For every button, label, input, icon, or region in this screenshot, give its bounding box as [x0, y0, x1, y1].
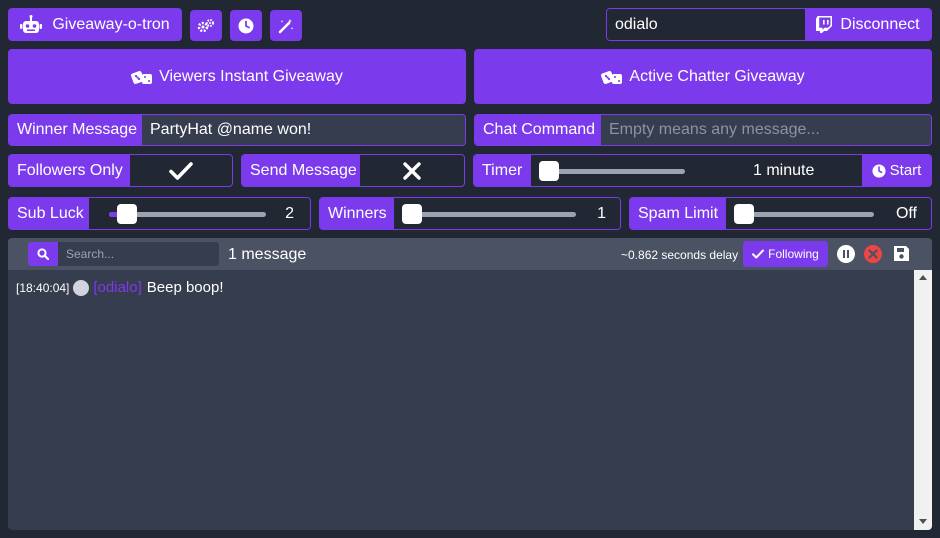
timer-start-label: Start — [889, 162, 922, 179]
timer-group: Timer 1 minute Start — [473, 154, 932, 187]
winners-label: Winners — [320, 198, 394, 229]
timer-slider-track — [539, 168, 685, 174]
history-button[interactable] — [230, 10, 262, 41]
chatter-giveaway-button[interactable]: Active Chatter Giveaway — [474, 49, 932, 104]
chat-command-label: Chat Command — [475, 115, 601, 145]
chat-search-group: Search... — [28, 242, 219, 266]
sub-luck-label: Sub Luck — [9, 198, 89, 229]
winner-message-group: Winner Message PartyHat @name won! — [8, 114, 466, 146]
spam-limit-slider-track — [734, 211, 874, 217]
clock-icon — [872, 163, 886, 178]
spam-limit-slider[interactable]: Off — [726, 198, 931, 229]
winner-message-input[interactable]: PartyHat @name won! — [142, 115, 465, 145]
scroll-down-icon[interactable] — [919, 519, 927, 524]
twitch-icon — [816, 16, 833, 33]
send-message-label: Send Message — [242, 155, 360, 186]
spam-limit-value: Off — [895, 204, 917, 222]
winners-slider-track — [402, 211, 576, 217]
app-title-button[interactable]: Giveaway-o-tron — [8, 8, 182, 41]
chat-message: [18:40:04] [odialo] Beep boop! — [16, 279, 224, 296]
save-icon[interactable] — [893, 245, 910, 262]
chat-panel: Search... 1 message ~0.862 seconds delay… — [8, 238, 932, 530]
channel-input[interactable]: odialo — [607, 9, 805, 40]
disconnect-button[interactable]: Disconnect — [805, 9, 931, 40]
spam-limit-label: Spam Limit — [630, 198, 726, 229]
settings-button[interactable] — [190, 10, 222, 41]
chat-command-group: Chat Command Empty means any message... — [474, 114, 932, 146]
robot-icon — [20, 14, 43, 35]
dice-icon — [601, 68, 623, 86]
sub-luck-value: 2 — [285, 204, 294, 222]
user-badge-icon — [73, 279, 90, 296]
disconnect-label: Disconnect — [840, 15, 920, 33]
followers-only-group: Followers Only — [8, 154, 233, 187]
chat-scrollbar[interactable] — [914, 270, 932, 530]
winner-message-label: Winner Message — [9, 115, 142, 145]
x-icon — [403, 161, 421, 180]
channel-group: odialo Disconnect — [606, 8, 932, 41]
chat-messages: [18:40:04] [odialo] Beep boop! — [8, 270, 914, 530]
chat-toolbar: Search... 1 message ~0.862 seconds delay… — [8, 238, 932, 270]
timer-start-button[interactable]: Start — [862, 155, 931, 186]
chat-message-user[interactable]: [odialo] — [93, 279, 141, 296]
spam-limit-group: Spam Limit Off — [629, 197, 932, 230]
viewers-giveaway-label: Viewers Instant Giveaway — [159, 67, 343, 85]
chat-message-time: [18:40:04] — [16, 280, 70, 295]
chatter-giveaway-label: Active Chatter Giveaway — [629, 67, 805, 85]
dice-icon — [131, 68, 153, 86]
magic-button[interactable] — [270, 10, 302, 41]
check-icon — [752, 249, 765, 259]
timer-slider[interactable]: 1 minute — [531, 155, 862, 186]
chat-command-input[interactable]: Empty means any message... — [601, 115, 931, 145]
pause-icon[interactable] — [837, 245, 855, 263]
check-icon — [169, 161, 193, 181]
chat-message-text: Beep boop! — [146, 279, 224, 296]
sub-luck-slider-thumb[interactable] — [117, 203, 137, 224]
timer-label: Timer — [474, 155, 531, 186]
chat-search-button[interactable] — [28, 242, 58, 266]
scroll-up-icon[interactable] — [919, 275, 927, 280]
following-label: Following — [768, 247, 819, 261]
sub-luck-slider[interactable]: 2 — [89, 198, 310, 229]
winners-value: 1 — [597, 204, 606, 222]
timer-slider-thumb[interactable] — [539, 160, 559, 181]
app-title: Giveaway-o-tron — [52, 15, 170, 33]
clock-icon — [238, 18, 254, 34]
followers-only-label: Followers Only — [9, 155, 130, 186]
winners-group: Winners 1 — [319, 197, 621, 230]
gears-icon — [197, 18, 215, 33]
following-button[interactable]: Following — [743, 241, 828, 267]
spam-limit-slider-thumb[interactable] — [734, 203, 754, 224]
chat-search-input[interactable]: Search... — [58, 242, 219, 266]
winners-slider-thumb[interactable] — [402, 203, 422, 224]
search-icon — [37, 248, 49, 260]
chat-message-count: 1 message — [228, 246, 307, 263]
sub-luck-group: Sub Luck 2 — [8, 197, 311, 230]
magic-wand-icon — [278, 18, 294, 34]
timer-value: 1 minute — [753, 161, 815, 179]
send-message-group: Send Message — [241, 154, 465, 187]
clear-icon[interactable] — [864, 245, 882, 263]
viewers-giveaway-button[interactable]: Viewers Instant Giveaway — [8, 49, 466, 104]
followers-only-toggle[interactable] — [130, 155, 232, 186]
send-message-toggle[interactable] — [360, 155, 464, 186]
winners-slider[interactable]: 1 — [394, 198, 620, 229]
chat-delay: ~0.862 seconds delay — [621, 248, 739, 262]
